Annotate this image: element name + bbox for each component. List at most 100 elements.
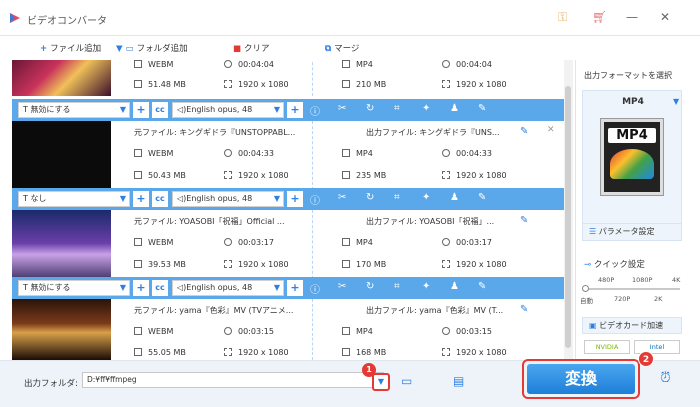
quality-slider[interactable]	[584, 288, 680, 290]
edit-icon[interactable]: ✎	[478, 281, 486, 292]
video-thumbnail[interactable]	[12, 210, 111, 284]
dropdown-icon: ▼	[119, 194, 126, 203]
crop-icon[interactable]: ⌗	[394, 103, 400, 114]
audio-select[interactable]: ◁)English opus, 48 ▼	[172, 280, 284, 296]
out-format: MP4	[342, 327, 373, 336]
subtitle-select[interactable]: T 無効にする ▼	[18, 102, 130, 118]
cc-icon[interactable]: cc	[152, 191, 168, 207]
format-icon	[134, 60, 142, 68]
parameter-settings-button[interactable]: ☰ パラメータ設定	[582, 223, 682, 241]
watermark-icon[interactable]: ♟	[450, 103, 459, 114]
video-thumbnail[interactable]	[12, 299, 111, 360]
rotate-icon[interactable]: ↻	[366, 192, 374, 203]
clear-button[interactable]: ■ クリア	[233, 42, 270, 54]
list-item[interactable]: 元ファイル: YOASOBI「祝福」Official ... WEBM 00:0…	[12, 210, 568, 284]
format-icon	[342, 238, 350, 246]
subtitle-select[interactable]: T 無効にする ▼	[18, 280, 130, 296]
info-icon[interactable]: ⓘ	[310, 103, 320, 118]
settings-icon: ☰	[589, 227, 599, 236]
quality-4k: 4K	[672, 276, 681, 284]
dropdown-icon[interactable]: ▼	[116, 44, 123, 54]
src-size: 50.43 MB	[134, 171, 186, 180]
out-duration: 00:03:15	[442, 327, 492, 336]
divider	[312, 210, 313, 284]
add-subtitle-button[interactable]: +	[133, 191, 149, 207]
scrollbar-thumb[interactable]	[565, 86, 571, 348]
quality-slider-handle[interactable]	[582, 285, 589, 292]
cc-icon[interactable]: cc	[152, 102, 168, 118]
info-icon[interactable]: ⓘ	[310, 192, 320, 207]
list-item[interactable]: 元ファイル: yama『色彩』MV (TVアニメ... WEBM 00:03:1…	[12, 299, 568, 360]
merge-label: マージ	[334, 44, 360, 54]
dropdown-icon[interactable]: ▼	[673, 97, 679, 106]
watermark-icon[interactable]: ♟	[450, 192, 459, 203]
add-subtitle-button[interactable]: +	[133, 280, 149, 296]
rotate-icon[interactable]: ↻	[366, 103, 374, 114]
scissors-icon[interactable]: ✂	[338, 281, 346, 292]
merge-icon: ⧉	[325, 44, 332, 54]
convert-button[interactable]: 変換	[527, 364, 635, 394]
scissors-icon[interactable]: ✂	[338, 103, 346, 114]
src-resolution: 1920 x 1080	[224, 80, 289, 89]
format-icon	[134, 327, 142, 335]
effects-icon[interactable]: ✦	[422, 103, 430, 114]
plus-icon: +	[40, 44, 48, 54]
right-panel: 出力フォーマットを選択 MP4 ▼ MP4 ☰ パラメータ設定 ⊸ クイック設定…	[575, 60, 687, 360]
gpu-accel-button[interactable]: ▣ ビデオカード加速	[582, 317, 682, 334]
src-resolution: 1920 x 1080	[224, 171, 289, 180]
video-folder-icon[interactable]: ▤	[453, 374, 464, 388]
list-item[interactable]: WEBM 00:04:04 51.48 MB 1920 x 1080 MP4 0…	[12, 60, 568, 96]
trash-icon: ■	[233, 44, 242, 54]
add-folder-button[interactable]: ▼ ▭ フォルダ追加	[116, 42, 188, 54]
minimize-button[interactable]: —	[626, 10, 638, 24]
crop-icon[interactable]: ⌗	[394, 281, 400, 292]
list-item[interactable]: 元ファイル: キングギドラ『UNSTOPPABL... WEBM 00:04:3…	[12, 121, 568, 195]
edit-icon[interactable]: ✎	[478, 192, 486, 203]
rename-pencil-icon[interactable]: ✎	[520, 304, 528, 315]
effects-icon[interactable]: ✦	[422, 192, 430, 203]
close-window-button[interactable]: ✕	[660, 10, 670, 24]
remove-item-icon[interactable]: ✕	[547, 125, 555, 135]
quick-icon: ⊸	[584, 260, 594, 270]
src-size: 55.05 MB	[134, 348, 186, 357]
resolution-icon	[442, 171, 450, 179]
add-file-button[interactable]: + ファイル追加	[40, 42, 101, 54]
add-audio-button[interactable]: +	[287, 191, 303, 207]
cc-icon[interactable]: cc	[152, 280, 168, 296]
scissors-icon[interactable]: ✂	[338, 192, 346, 203]
video-thumbnail[interactable]	[12, 121, 111, 195]
rotate-icon[interactable]: ↻	[366, 281, 374, 292]
app-title: ビデオコンバータ	[27, 16, 107, 27]
watermark-icon[interactable]: ♟	[450, 281, 459, 292]
clear-label: クリア	[244, 44, 270, 54]
convert-button-highlight: 変換	[522, 359, 640, 399]
add-subtitle-button[interactable]: +	[133, 102, 149, 118]
edit-icon[interactable]: ✎	[478, 103, 486, 114]
open-folder-icon[interactable]: ▭	[401, 374, 412, 388]
clock-icon	[224, 238, 232, 246]
audio-select[interactable]: ◁)English opus, 48 ▼	[172, 191, 284, 207]
alarm-clock-icon[interactable]: ⏰︎	[660, 370, 671, 386]
video-thumbnail[interactable]	[12, 60, 111, 96]
toolbar: + ファイル追加 ▼ ▭ フォルダ追加 ■ クリア ⧉ マージ	[12, 38, 568, 60]
folder-dropdown-button[interactable]: ▼	[372, 373, 390, 391]
merge-button[interactable]: ⧉ マージ	[325, 42, 359, 54]
rename-pencil-icon[interactable]: ✎	[520, 126, 528, 137]
step-marker-1: 1	[362, 363, 376, 377]
rename-pencil-icon[interactable]: ✎	[520, 215, 528, 226]
effects-icon[interactable]: ✦	[422, 281, 430, 292]
format-selector[interactable]: MP4 ▼ MP4	[582, 90, 682, 240]
info-icon[interactable]: ⓘ	[310, 281, 320, 296]
subtitle-select[interactable]: T なし ▼	[18, 191, 130, 207]
item-control-bar: T 無効にする ▼ + cc ◁)English opus, 48 ▼ + ⓘ ✂ …	[12, 277, 568, 299]
src-duration: 00:03:15	[224, 327, 274, 336]
audio-select[interactable]: ◁)English opus, 48 ▼	[172, 102, 284, 118]
add-audio-button[interactable]: +	[287, 280, 303, 296]
cart-icon[interactable]: 🛒︎	[592, 10, 607, 24]
output-folder-input[interactable]: D:¥ff¥ffmpeg	[82, 372, 384, 388]
crop-icon[interactable]: ⌗	[394, 192, 400, 203]
dropdown-icon: ▼	[119, 283, 126, 292]
clock-icon	[224, 149, 232, 157]
add-audio-button[interactable]: +	[287, 102, 303, 118]
key-icon[interactable]: ⚿	[558, 10, 567, 25]
